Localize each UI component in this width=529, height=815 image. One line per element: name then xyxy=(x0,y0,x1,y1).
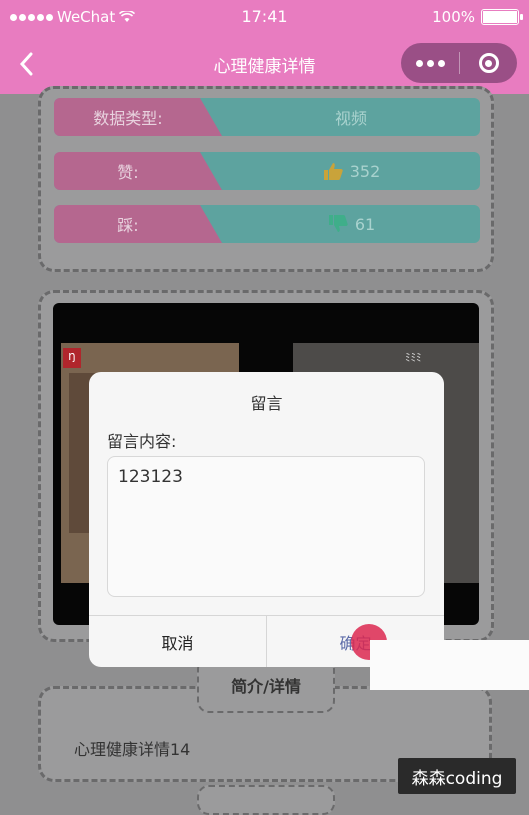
video-corner-mark: ﾐﾐﾐ xyxy=(405,351,422,364)
battery-info: 100% xyxy=(432,8,523,26)
battery-percent: 100% xyxy=(432,8,475,26)
likes-count: 352 xyxy=(349,161,381,181)
modal-title: 留言 xyxy=(250,394,283,413)
status-bar: WeChat 17:41 100% xyxy=(0,0,529,34)
video-logo-icon: Ŋ xyxy=(63,348,81,368)
mini-program-capsule xyxy=(401,43,517,83)
info-row-label: 赞: xyxy=(54,152,222,190)
info-row-dislikes: 踩: 61 xyxy=(54,205,480,243)
comment-textarea[interactable]: 123123 xyxy=(107,456,425,597)
tab-secondary[interactable] xyxy=(197,785,335,815)
detail-text: 心理健康详情14 xyxy=(74,740,191,759)
info-row-value[interactable]: 352 xyxy=(222,152,480,190)
channel-watermark: 森森coding xyxy=(398,758,516,794)
comment-label: 留言内容: xyxy=(107,432,177,451)
info-row-likes: 赞: 352 xyxy=(54,152,480,190)
info-row-value[interactable]: 61 xyxy=(222,205,480,243)
info-row-label: 数据类型: xyxy=(54,98,222,136)
nav-bar: 心理健康详情 xyxy=(0,34,529,94)
battery-icon xyxy=(481,9,523,25)
cancel-button[interactable]: 取消 xyxy=(89,616,267,667)
info-row-value: 视频 xyxy=(222,98,480,136)
target-icon xyxy=(478,53,499,73)
close-mini-program-button[interactable] xyxy=(460,43,517,83)
dislikes-count: 61 xyxy=(354,214,376,234)
overlay-patch xyxy=(370,640,529,690)
data-type-value: 视频 xyxy=(334,109,367,128)
tab-label: 简介/详情 xyxy=(231,677,301,696)
info-row-label: 踩: xyxy=(54,205,222,243)
thumbs-down-icon xyxy=(328,215,348,232)
thumbs-up-icon xyxy=(323,163,343,180)
comment-modal: 留言 留言内容: 123123 取消 确定 xyxy=(89,372,444,667)
info-row-data-type: 数据类型: 视频 xyxy=(54,98,480,136)
more-button[interactable] xyxy=(401,43,459,83)
